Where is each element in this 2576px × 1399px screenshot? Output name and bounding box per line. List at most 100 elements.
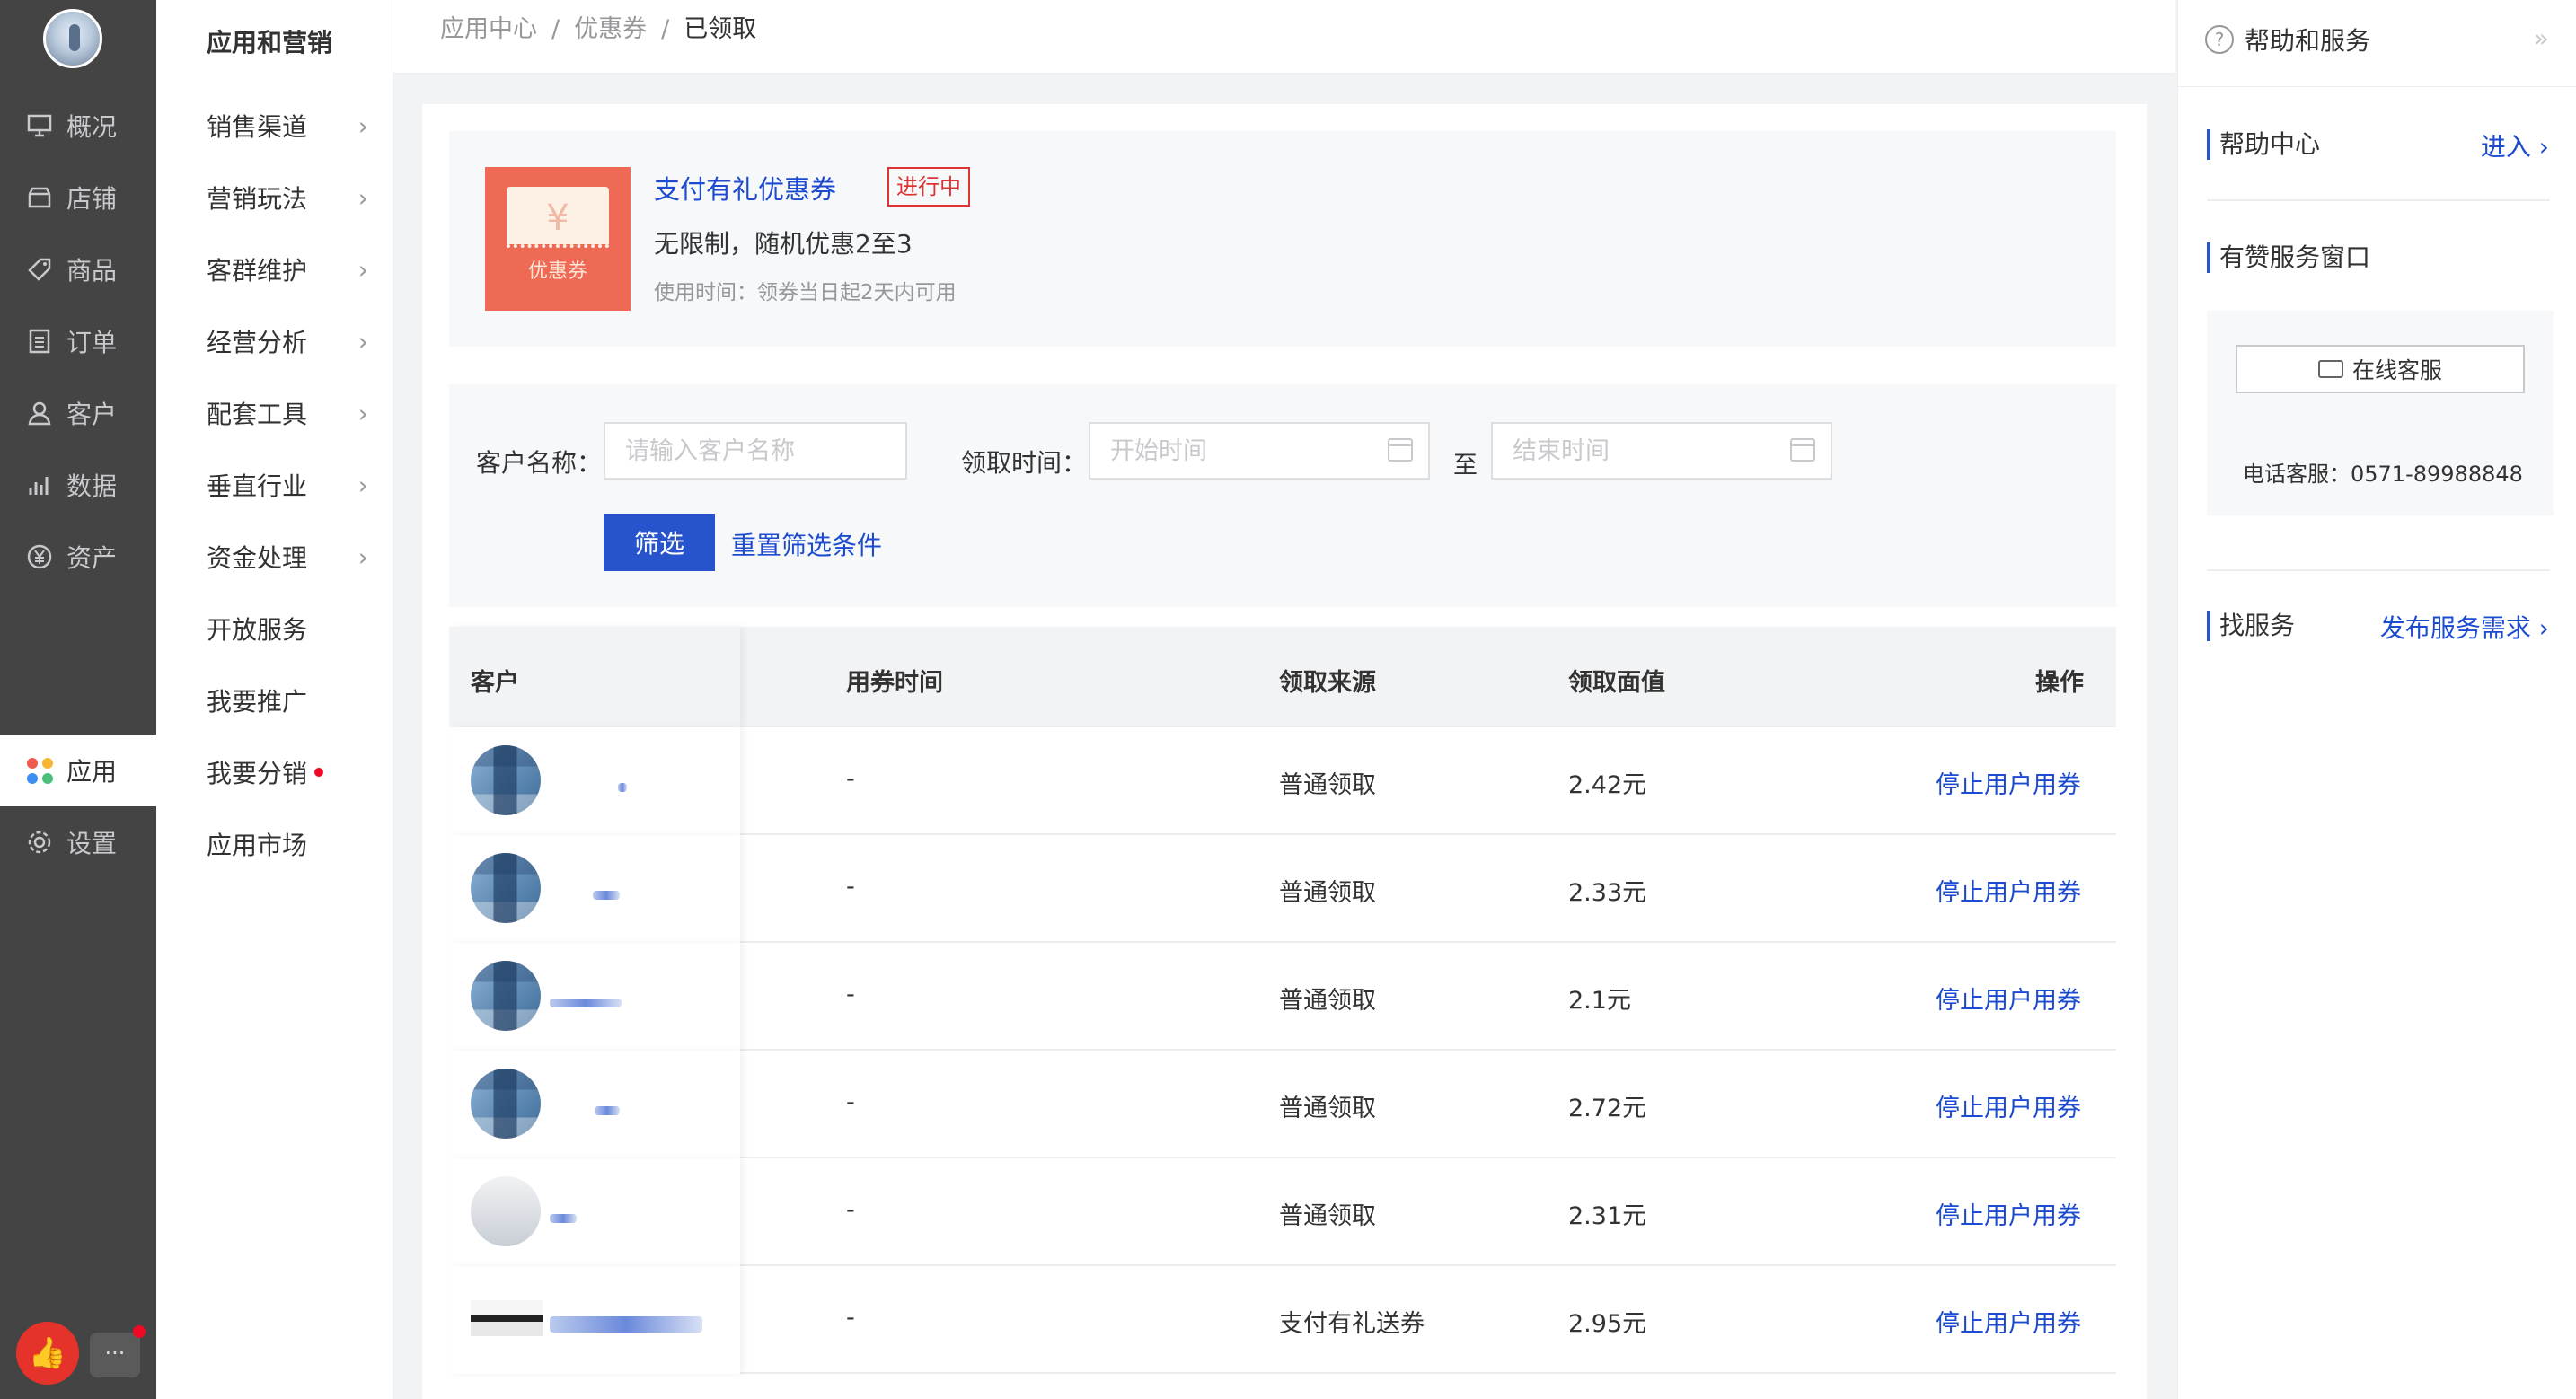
reset-filter-link[interactable]: 重置筛选条件 — [731, 526, 882, 562]
nav-item-customers[interactable]: 客户 — [0, 377, 156, 449]
nav-item-settings[interactable]: 设置 — [0, 806, 156, 878]
breadcrumb-app-center[interactable]: 应用中心 — [440, 15, 537, 43]
column-header-source: 领取来源 — [1279, 669, 1376, 697]
stop-coupon-link[interactable]: 停止用户用券 — [1936, 1304, 2081, 1339]
menu-item-label: 我要推广 — [207, 687, 308, 717]
menu-item-distribution[interactable]: 我要分销 — [207, 745, 368, 799]
menu-item-vertical-industry[interactable]: 垂直行业 › — [207, 458, 368, 512]
menu-item-label: 开放服务 — [207, 615, 308, 645]
customer-name-blurred[interactable] — [550, 1214, 577, 1223]
customer-avatar[interactable] — [471, 1069, 541, 1139]
menu-item-app-market[interactable]: 应用市场 — [207, 817, 368, 871]
menu-item-label: 资金处理 — [207, 543, 308, 573]
nav-item-label: 商品 — [66, 256, 118, 286]
value-cell: 2.31元 — [1568, 1202, 1647, 1230]
customer-name-input[interactable] — [604, 422, 907, 480]
column-header-customer: 客户 — [471, 669, 519, 697]
table-row: - 普通领取 2.1元 停止用户用券 — [449, 943, 2116, 1051]
chevron-right-icon: › — [357, 254, 368, 285]
customer-avatar[interactable] — [471, 961, 541, 1031]
start-time-input[interactable] — [1089, 422, 1430, 480]
notification-dot — [133, 1325, 146, 1338]
menu-item-analysis[interactable]: 经营分析 › — [207, 314, 368, 368]
chat-icon — [2317, 360, 2343, 378]
menu-item-sales-channels[interactable]: 销售渠道 › — [207, 99, 368, 153]
use-time-cell: - — [846, 981, 855, 1008]
chat-icon[interactable]: ··· — [90, 1333, 140, 1377]
nav-item-apps[interactable]: 应用 — [0, 735, 156, 806]
shop-logo-avatar[interactable] — [43, 9, 102, 68]
nav-item-overview[interactable]: 概况 — [0, 90, 156, 162]
menu-item-marketing[interactable]: 营销玩法 › — [207, 171, 368, 224]
source-cell: 支付有礼送券 — [1279, 1310, 1425, 1338]
help-center-enter-label: 进入 — [2480, 132, 2531, 162]
nav-item-label: 概况 — [66, 112, 118, 142]
collapse-panel-icon[interactable]: » — [2534, 23, 2549, 53]
store-icon — [25, 183, 54, 212]
customer-avatar[interactable] — [471, 1176, 541, 1246]
nav-item-data[interactable]: 数据 — [0, 449, 156, 521]
customer-avatar[interactable] — [471, 853, 541, 923]
nav-item-label: 资产 — [66, 543, 118, 573]
end-time-input[interactable] — [1491, 422, 1832, 480]
menu-item-label: 营销玩法 — [207, 184, 308, 214]
breadcrumb: 应用中心 / 优惠券 / 已领取 — [440, 15, 757, 43]
customer-name-blurred[interactable] — [618, 783, 627, 792]
thumbs-up-icon[interactable]: 👍 — [16, 1322, 79, 1385]
customer-name-blurred[interactable] — [593, 891, 620, 900]
menu-item-open-services[interactable]: 开放服务 — [207, 602, 368, 656]
value-cell: 2.72元 — [1568, 1095, 1647, 1122]
use-time-cell: - — [846, 765, 855, 793]
breadcrumb-coupon[interactable]: 优惠券 — [574, 15, 647, 43]
menu-item-customer-care[interactable]: 客群维护 › — [207, 242, 368, 296]
chevron-right-icon: › — [357, 398, 368, 428]
menu-item-label: 客群维护 — [207, 256, 308, 286]
customer-name-blurred[interactable] — [595, 1106, 620, 1115]
source-cell: 普通领取 — [1279, 879, 1376, 907]
column-header-use-time: 用券时间 — [846, 669, 943, 697]
source-cell: 普通领取 — [1279, 771, 1376, 799]
list-icon — [25, 327, 54, 356]
menu-item-promotion[interactable]: 我要推广 — [207, 673, 368, 727]
help-center-title: 帮助中心 — [2207, 129, 2320, 160]
service-window-box: 在线客服 电话客服：0571-89988848 — [2207, 311, 2554, 515]
nav-item-assets[interactable]: 资产 — [0, 521, 156, 593]
menu-item-label: 垂直行业 — [207, 471, 308, 501]
nav-item-store[interactable]: 店铺 — [0, 162, 156, 233]
chevron-right-icon: › — [357, 110, 368, 141]
stop-coupon-link[interactable]: 停止用户用券 — [1936, 1088, 2081, 1123]
breadcrumb-current: 已领取 — [684, 15, 757, 43]
nav-footer: 👍 ··· — [0, 1309, 156, 1399]
menu-item-label: 销售渠道 — [207, 112, 308, 142]
source-cell: 普通领取 — [1279, 987, 1376, 1015]
filter-button[interactable]: 筛选 — [604, 514, 715, 571]
stop-coupon-link[interactable]: 停止用户用券 — [1936, 981, 2081, 1016]
apps-icon — [25, 756, 54, 785]
help-center-enter-link[interactable]: 进入 › — [2481, 128, 2549, 163]
nav-item-goods[interactable]: 商品 — [0, 233, 156, 305]
nav-item-orders[interactable]: 订单 — [0, 305, 156, 377]
nav-item-label: 客户 — [66, 400, 118, 429]
customer-name-label: 客户名称： — [476, 448, 603, 478]
value-cell: 2.42元 — [1568, 771, 1647, 799]
customer-name-blurred[interactable] — [550, 1316, 702, 1333]
stop-coupon-link[interactable]: 停止用户用券 — [1936, 1196, 2081, 1231]
publish-service-link[interactable]: 发布服务需求 › — [2380, 609, 2549, 645]
menu-item-tools[interactable]: 配套工具 › — [207, 386, 368, 440]
chevron-right-icon: › — [357, 541, 368, 572]
help-panel-title: 帮助和服务 — [2245, 26, 2371, 56]
stop-coupon-link[interactable]: 停止用户用券 — [1936, 873, 2081, 908]
yen-icon: ¥ — [546, 198, 569, 239]
stop-coupon-link[interactable]: 停止用户用券 — [1936, 765, 2081, 800]
coupon-description: 无限制，随机优惠2至3 — [654, 229, 913, 259]
customer-avatar[interactable] — [471, 1300, 543, 1336]
customer-name-blurred[interactable] — [550, 999, 622, 1007]
chevron-right-icon: › — [357, 470, 368, 500]
menu-item-label: 配套工具 — [207, 400, 308, 429]
chevron-right-icon: › — [357, 182, 368, 213]
calendar-icon[interactable] — [1388, 438, 1413, 462]
customer-avatar[interactable] — [471, 745, 541, 815]
calendar-icon[interactable] — [1790, 438, 1815, 462]
online-service-button[interactable]: 在线客服 — [2236, 345, 2525, 393]
menu-item-funds[interactable]: 资金处理 › — [207, 530, 368, 584]
